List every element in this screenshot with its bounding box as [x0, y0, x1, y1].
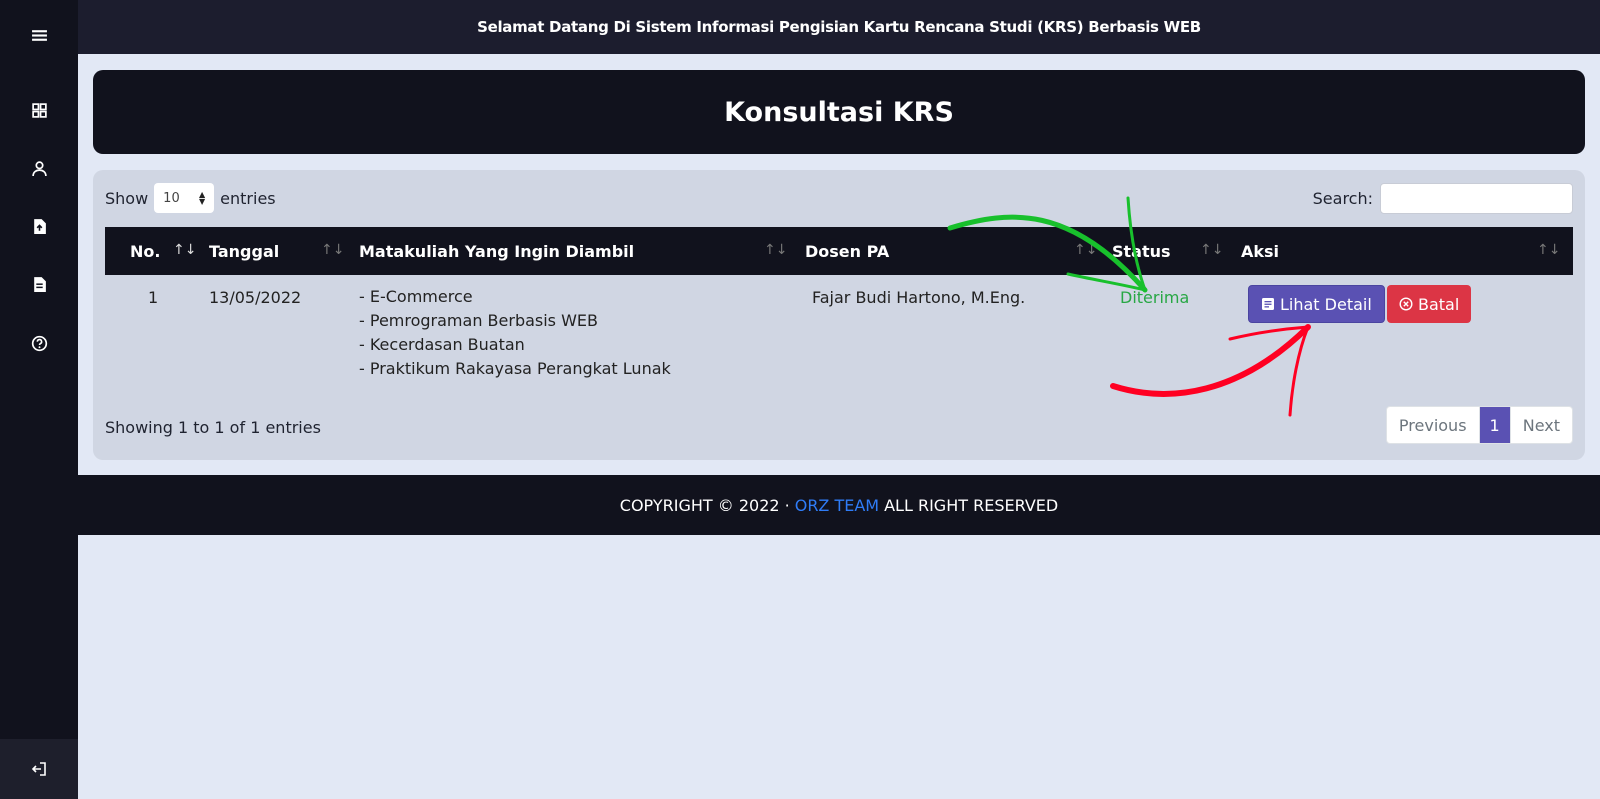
- page-title: Konsultasi KRS: [724, 96, 954, 128]
- show-label: Show: [105, 188, 149, 208]
- column-header-dosen[interactable]: Dosen PA: [805, 227, 889, 275]
- page-1-button[interactable]: 1: [1478, 407, 1510, 443]
- logout-button[interactable]: [0, 739, 78, 799]
- table-info: Showing 1 to 1 of 1 entries: [105, 418, 321, 437]
- view-detail-label: Lihat Detail: [1280, 294, 1372, 314]
- welcome-text: Selamat Datang Di Sistem Informasi Pengi…: [477, 18, 1201, 36]
- search-control: Search:: [1313, 182, 1573, 214]
- list-item: - Praktikum Rakayasa Perangkat Lunak: [359, 359, 671, 378]
- table-header: No. ↑↓ Tanggal ↑↓ Matakuliah Yang Ingin …: [105, 227, 1573, 275]
- close-circle-icon: [1399, 297, 1413, 311]
- column-header-status[interactable]: Status: [1112, 227, 1171, 275]
- sort-icon[interactable]: ↑↓: [321, 242, 344, 258]
- footer-copyright: COPYRIGHT © 2022 ·: [619, 495, 790, 515]
- column-header-tanggal[interactable]: Tanggal: [209, 227, 279, 275]
- page-size-select[interactable]: 10 ▲ ▼: [154, 183, 215, 213]
- view-detail-button[interactable]: Lihat Detail: [1248, 285, 1385, 323]
- sort-icon[interactable]: ↑↓: [764, 242, 787, 258]
- status-badge: Diterima: [1120, 288, 1190, 307]
- next-page-button[interactable]: Next: [1509, 407, 1572, 443]
- page-title-card: Konsultasi KRS: [93, 70, 1585, 154]
- column-header-no[interactable]: No.: [130, 227, 160, 275]
- search-input[interactable]: [1380, 182, 1573, 214]
- cancel-label: Batal: [1418, 294, 1460, 314]
- list-item: - E-Commerce: [359, 287, 473, 306]
- menu-icon[interactable]: [0, 15, 78, 55]
- list-item: - Kecerdasan Buatan: [359, 335, 525, 354]
- course-list: - E-Commerce - Pemrograman Berbasis WEB …: [359, 285, 671, 381]
- top-bar: Selamat Datang Di Sistem Informasi Pengi…: [78, 0, 1600, 54]
- footer: COPYRIGHT © 2022 · ORZ TEAM ALL RIGHT RE…: [78, 475, 1600, 535]
- column-header-matakuliah[interactable]: Matakuliah Yang Ingin Diambil: [359, 227, 634, 275]
- sort-icon[interactable]: ↑↓: [1074, 242, 1097, 258]
- column-header-aksi[interactable]: Aksi: [1241, 227, 1279, 275]
- footer-rights: ALL RIGHT RESERVED: [884, 495, 1059, 515]
- user-icon[interactable]: [0, 148, 78, 188]
- note-icon: [1262, 298, 1274, 310]
- page-size-value: 10: [163, 190, 180, 206]
- search-label: Search:: [1312, 188, 1373, 208]
- entries-label: entries: [220, 188, 276, 208]
- previous-page-button[interactable]: Previous: [1387, 407, 1479, 443]
- logout-icon: [31, 762, 46, 776]
- row-number: 1: [148, 288, 159, 307]
- select-arrows-icon: ▲ ▼: [199, 190, 206, 206]
- sort-icon[interactable]: ↑↓: [1537, 242, 1560, 258]
- page-size-control: Show 10 ▲ ▼ entries: [105, 183, 276, 213]
- sort-icon[interactable]: ↑↓: [1200, 242, 1223, 258]
- document-icon[interactable]: [0, 264, 78, 304]
- footer-brand-link[interactable]: ORZ TEAM: [795, 496, 879, 515]
- row-dosen: Fajar Budi Hartono, M.Eng.: [812, 288, 1026, 307]
- row-date: 13/05/2022: [209, 288, 302, 307]
- pagination: Previous 1 Next: [1385, 406, 1573, 444]
- dashboard-icon[interactable]: [0, 90, 78, 130]
- sort-icon[interactable]: ↑↓: [173, 242, 196, 258]
- file-upload-icon[interactable]: [0, 206, 78, 246]
- list-item: - Pemrograman Berbasis WEB: [359, 311, 599, 330]
- cancel-button[interactable]: Batal: [1387, 285, 1472, 323]
- help-icon[interactable]: [0, 323, 78, 363]
- table-panel: Show 10 ▲ ▼ entries Search: No. ↑↓ Tangga…: [93, 170, 1585, 460]
- sidebar: [0, 0, 78, 799]
